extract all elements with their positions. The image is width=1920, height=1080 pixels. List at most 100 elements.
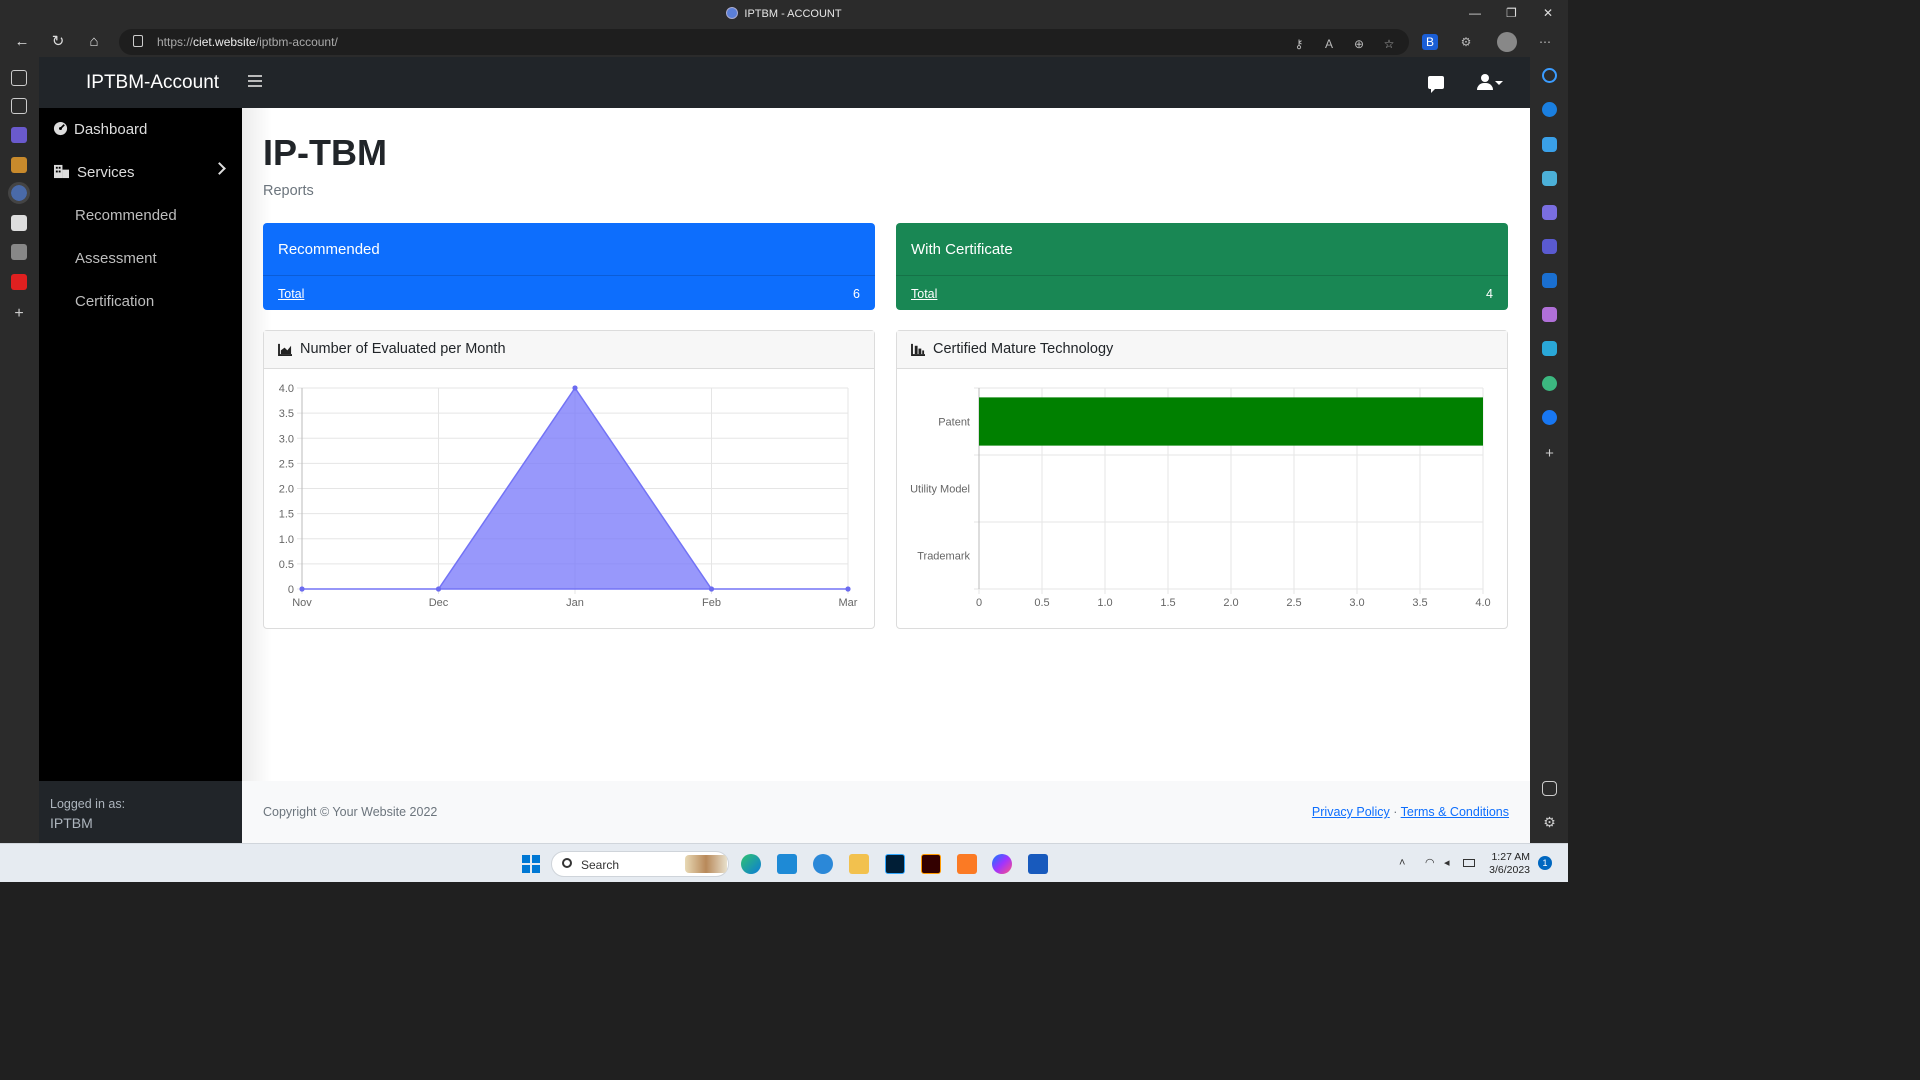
brand-title[interactable]: IPTBM-Account — [86, 72, 219, 94]
add-sidebar-icon[interactable]: + — [1542, 446, 1557, 461]
sidebar-footer: Logged in as: IPTBM — [39, 781, 242, 843]
sidebar-item-label: Recommended — [75, 207, 177, 224]
taskbar-search[interactable]: Search — [551, 851, 729, 877]
sidebar-item-services[interactable]: Services — [39, 158, 242, 188]
y-tick-label: 4.0 — [279, 383, 294, 395]
minimize-icon[interactable]: — — [1469, 6, 1481, 20]
xampp-icon[interactable] — [957, 854, 977, 874]
tab-icon-1[interactable] — [11, 127, 27, 143]
tab-title-text: IPTBM - ACCOUNT — [744, 8, 842, 20]
y-tick-label: 2.0 — [279, 484, 294, 496]
new-tab-icon[interactable]: + — [11, 306, 27, 322]
y-tick-label: 2.5 — [279, 458, 294, 470]
x-tick-label: 0 — [976, 597, 982, 609]
breadcrumb: Reports — [263, 183, 314, 199]
facebook-icon[interactable] — [1542, 410, 1557, 425]
logged-in-user: IPTBM — [50, 815, 93, 831]
sidebar-toggle-icon[interactable] — [248, 75, 262, 87]
sidebar-item-certification[interactable]: Certification — [39, 287, 242, 317]
help-icon[interactable] — [813, 854, 833, 874]
data-point — [708, 586, 715, 592]
x-tick-label: Mar — [839, 597, 858, 609]
messages-icon[interactable] — [1428, 76, 1444, 93]
refresh-icon[interactable]: ↻ — [48, 32, 68, 52]
card-title: With Certificate — [911, 241, 1013, 258]
x-tick-label: Feb — [702, 597, 721, 609]
notification-badge[interactable]: 1 — [1538, 856, 1552, 870]
url-text[interactable]: https://ciet.website/iptbm-account/ — [157, 35, 338, 49]
workspace-icon[interactable] — [11, 98, 27, 114]
tools-icon[interactable] — [1542, 171, 1557, 186]
sidebar-item-dashboard[interactable]: Dashboard — [39, 115, 242, 145]
extensions-icon[interactable]: ⚙ — [1458, 34, 1474, 50]
tab-icon-active[interactable] — [8, 182, 30, 204]
restore-icon[interactable]: ❐ — [1506, 6, 1517, 20]
card-title: Recommended — [278, 241, 380, 258]
settings-icon[interactable]: ⚙ — [1542, 815, 1557, 830]
recommended-total-link[interactable]: Total — [278, 287, 304, 301]
user-menu-icon[interactable] — [1476, 74, 1503, 92]
profile-avatar[interactable] — [1497, 32, 1517, 52]
evaluated-area-chart: 0 0.5 1.0 1.5 2.0 2.5 3.0 3.5 4.0 Nov Dec Jan Feb Mar — [279, 383, 858, 609]
illustrator-icon[interactable] — [921, 854, 941, 874]
bing-icon[interactable] — [1542, 102, 1557, 117]
sidebar-item-assessment[interactable]: Assessment — [39, 244, 242, 274]
photoshop-icon[interactable] — [885, 854, 905, 874]
certified-technology-panel: Certified Mature Technology 0 0.5 1.0 1.5 2.… — [896, 330, 1508, 629]
tab-icon-5[interactable] — [11, 244, 27, 260]
tree-icon[interactable] — [1542, 376, 1557, 391]
browser-titlebar: IPTBM - ACCOUNT — ❐ ✕ — [0, 0, 1568, 27]
privacy-policy-link[interactable]: Privacy Policy — [1312, 805, 1390, 819]
home-icon[interactable]: ⌂ — [84, 32, 104, 52]
browser-toolbar: ← ↻ ⌂ https://ciet.website/iptbm-account… — [0, 27, 1568, 57]
close-window-icon[interactable]: ✕ — [1543, 6, 1553, 20]
bar-chart-icon — [911, 343, 925, 356]
y-tick-label: 0 — [288, 584, 294, 596]
terms-link[interactable]: Terms & Conditions — [1401, 805, 1509, 819]
search-label: Search — [581, 858, 620, 872]
web-app: IPTBM-Account Dashboard Services Recomme… — [39, 57, 1530, 843]
window-title: IPTBM - ACCOUNT — [0, 7, 1568, 20]
battery-icon[interactable] — [1463, 859, 1475, 867]
address-bar[interactable]: https://ciet.website/iptbm-account/ ⚷ A … — [119, 29, 1409, 55]
read-aloud-icon[interactable]: A — [1321, 36, 1337, 52]
file-explorer-icon[interactable] — [849, 854, 869, 874]
panel-title: Certified Mature Technology — [933, 341, 1114, 357]
favorite-icon[interactable]: ☆ — [1381, 36, 1397, 52]
extension-bitwarden-icon[interactable]: B — [1422, 34, 1438, 50]
y-tick-label: 0.5 — [279, 559, 294, 571]
wifi-icon[interactable]: ◠ — [1425, 857, 1437, 869]
key-icon[interactable]: ⚷ — [1291, 36, 1307, 52]
back-icon[interactable]: ← — [12, 32, 32, 52]
start-icon[interactable] — [521, 854, 541, 874]
drop-icon[interactable] — [1542, 307, 1557, 322]
word-icon[interactable] — [1028, 854, 1048, 874]
volume-icon[interactable]: ◂ — [1444, 857, 1456, 869]
clock[interactable]: 1:27 AM 3/6/2023 — [1486, 851, 1530, 877]
search-sidebar-icon[interactable] — [1542, 68, 1557, 83]
chevron-up-icon[interactable]: ˄ — [1399, 857, 1411, 869]
more-menu-icon[interactable]: ⋯ — [1537, 34, 1553, 50]
send-icon[interactable] — [1542, 341, 1557, 356]
sidebar-item-recommended[interactable]: Recommended — [39, 201, 242, 231]
youtube-tab-icon[interactable] — [11, 274, 27, 290]
vscode-icon[interactable] — [777, 854, 797, 874]
x-tick-label: 4.0 — [1475, 597, 1490, 609]
tab-actions-icon[interactable] — [11, 70, 27, 86]
hide-sidebar-icon[interactable] — [1542, 781, 1557, 796]
messenger-icon[interactable] — [992, 854, 1012, 874]
shopping-icon[interactable] — [1542, 137, 1557, 152]
tab-icon-2[interactable] — [11, 157, 27, 173]
outlook-icon[interactable] — [1542, 273, 1557, 288]
x-tick-label: 2.0 — [1223, 597, 1238, 609]
certificate-total-link[interactable]: Total — [911, 287, 937, 301]
data-point — [845, 586, 851, 592]
zoom-icon[interactable]: ⊕ — [1351, 36, 1367, 52]
edge-icon[interactable] — [741, 854, 761, 874]
games-icon[interactable] — [1542, 205, 1557, 220]
x-tick-label: Nov — [292, 597, 312, 609]
chevron-right-icon — [213, 162, 226, 175]
tab-icon-4[interactable] — [11, 215, 27, 231]
office-icon[interactable] — [1542, 239, 1557, 254]
recommended-total-value: 6 — [853, 287, 860, 301]
